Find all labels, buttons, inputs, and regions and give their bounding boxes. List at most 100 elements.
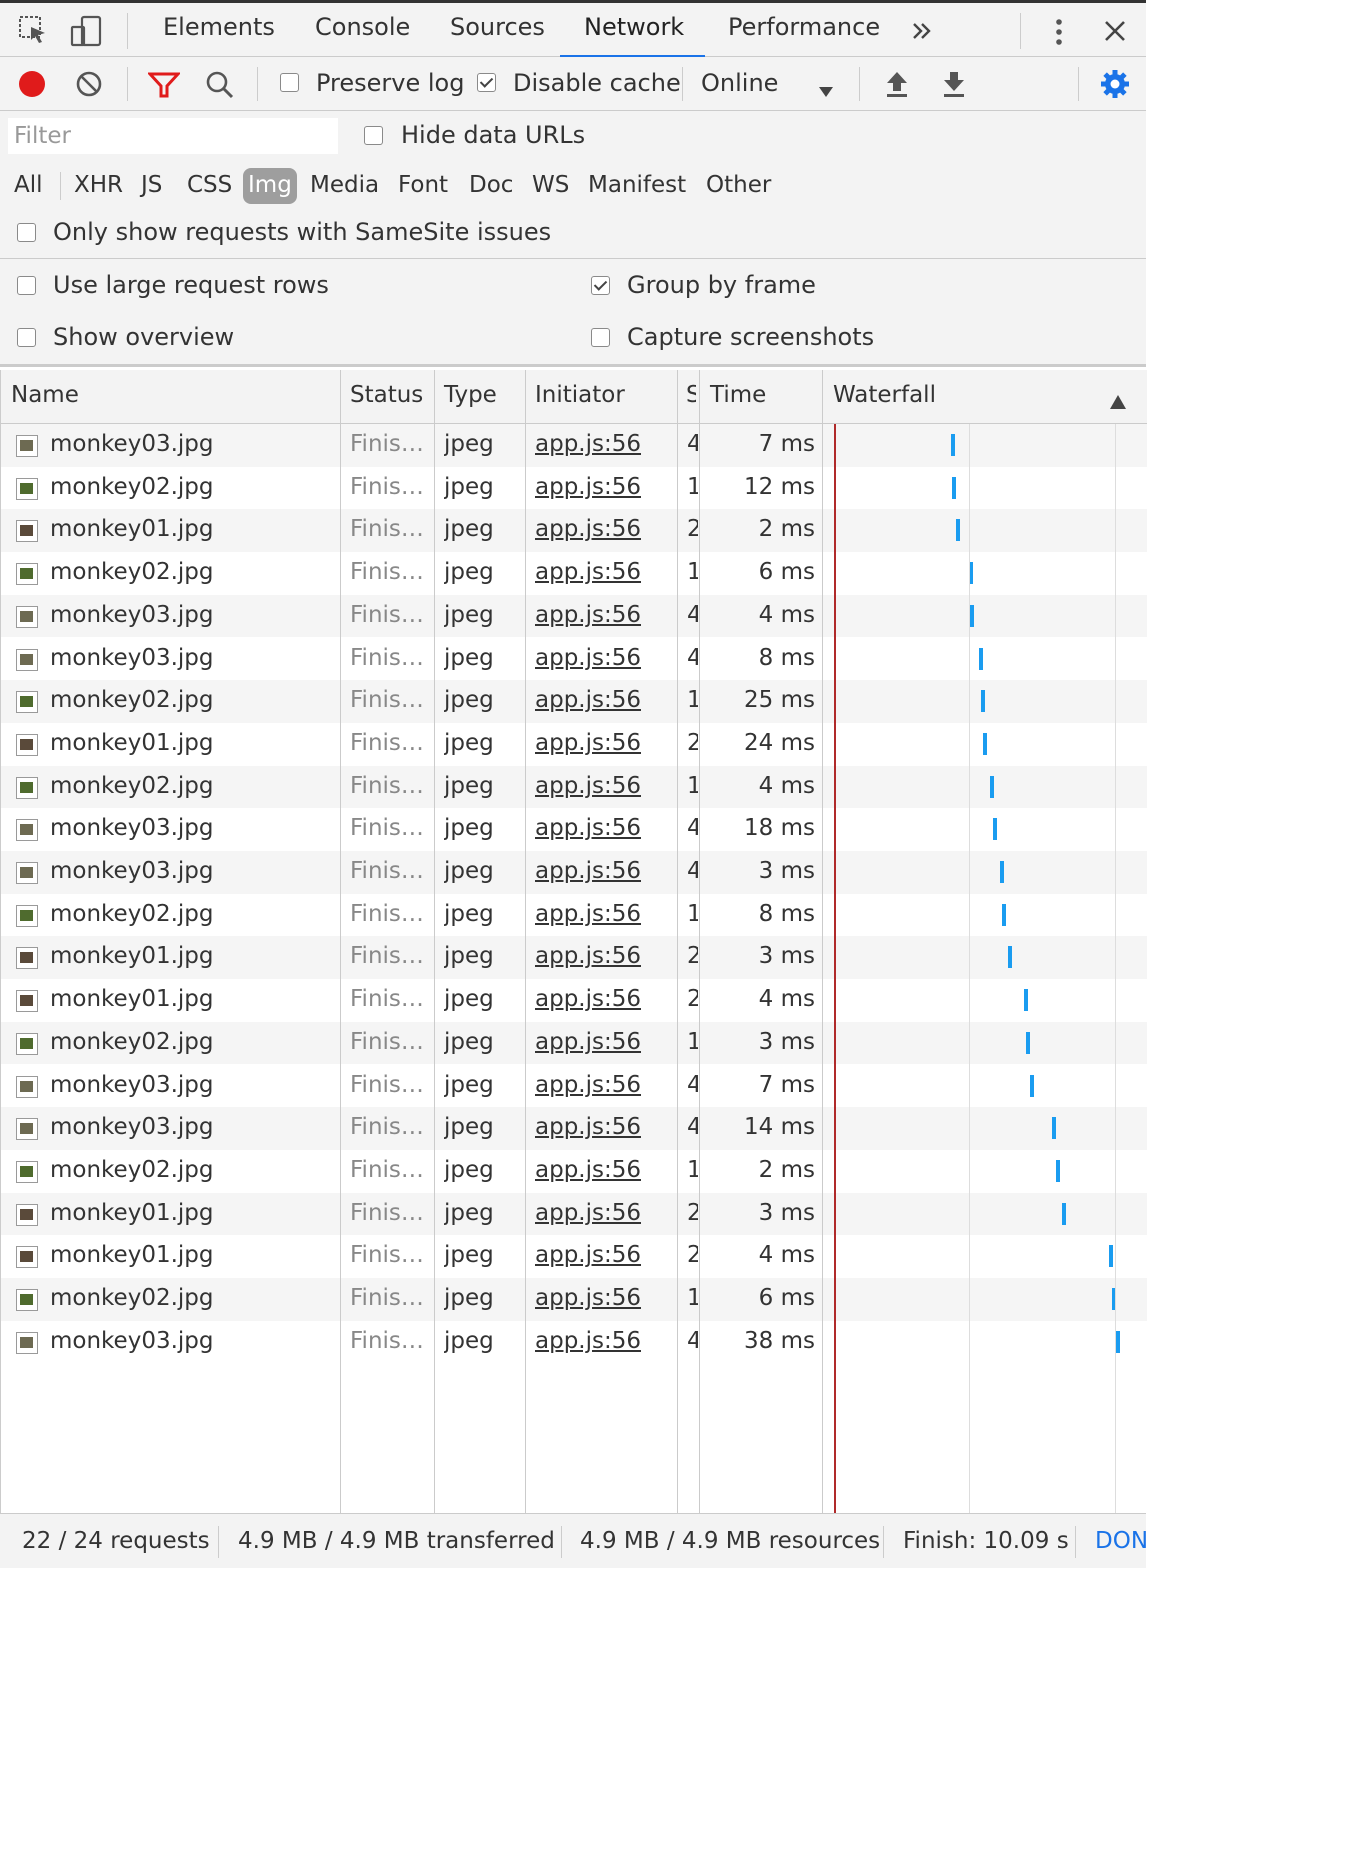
type-filter-js[interactable]: JS xyxy=(136,168,167,204)
request-initiator[interactable]: app.js:56 xyxy=(535,730,641,756)
tab-network[interactable]: Network xyxy=(584,13,684,41)
table-row[interactable]: monkey03.jpg Finis… jpeg app.js:56 4 7 ms xyxy=(1,1065,1147,1108)
table-row[interactable]: monkey02.jpg Finis… jpeg app.js:56 1 8 ms xyxy=(1,894,1147,937)
kebab-menu-icon[interactable] xyxy=(1052,17,1066,53)
request-initiator[interactable]: app.js:56 xyxy=(535,474,641,500)
request-initiator[interactable]: app.js:56 xyxy=(535,1328,641,1354)
search-icon[interactable] xyxy=(205,70,235,106)
tab-performance[interactable]: Performance xyxy=(728,13,880,41)
request-initiator[interactable]: app.js:56 xyxy=(535,1242,641,1268)
request-time: 3 ms xyxy=(758,858,815,884)
type-filter-css[interactable]: CSS xyxy=(182,168,237,204)
close-icon[interactable] xyxy=(1103,19,1127,49)
request-initiator[interactable]: app.js:56 xyxy=(535,986,641,1012)
waterfall-bar xyxy=(956,519,961,542)
table-row[interactable]: monkey02.jpg Finis… jpeg app.js:56 1 3 ms xyxy=(1,1021,1147,1065)
request-initiator[interactable]: app.js:56 xyxy=(535,431,641,457)
request-size: 1 xyxy=(687,1028,698,1055)
request-initiator[interactable]: app.js:56 xyxy=(535,901,641,927)
type-filter-xhr[interactable]: XHR xyxy=(69,168,128,204)
record-icon[interactable] xyxy=(17,69,47,105)
column-header-initiator[interactable]: Initiator xyxy=(535,382,625,408)
clear-icon[interactable] xyxy=(75,70,103,104)
tab-sources[interactable]: Sources xyxy=(450,13,545,41)
request-initiator[interactable]: app.js:56 xyxy=(535,815,641,841)
table-row[interactable]: monkey03.jpg Finis… jpeg app.js:56 4 7 ms xyxy=(1,424,1147,467)
table-row[interactable]: monkey02.jpg Finis… jpeg app.js:56 1 4 ms xyxy=(1,765,1147,809)
table-row[interactable]: monkey02.jpg Finis… jpeg app.js:56 1 6 ms xyxy=(1,552,1147,595)
table-row[interactable]: monkey03.jpg Finis… jpeg app.js:56 4 14 ms xyxy=(1,1107,1147,1150)
table-row[interactable]: monkey01.jpg Finis… jpeg app.js:56 2 3 ms xyxy=(1,936,1147,980)
type-filter-other[interactable]: Other xyxy=(701,168,776,204)
column-header-status[interactable]: Status xyxy=(350,382,423,408)
table-row[interactable]: monkey01.jpg Finis… jpeg app.js:56 2 4 ms xyxy=(1,979,1147,1022)
request-initiator[interactable]: app.js:56 xyxy=(535,1157,641,1183)
column-header-waterfall[interactable]: Waterfall xyxy=(833,382,936,408)
table-row[interactable]: monkey02.jpg Finis… jpeg app.js:56 1 25 ms xyxy=(1,680,1147,723)
group-by-frame-checkbox[interactable] xyxy=(591,276,610,295)
request-initiator[interactable]: app.js:56 xyxy=(535,559,641,585)
request-initiator[interactable]: app.js:56 xyxy=(535,687,641,713)
request-initiator[interactable]: app.js:56 xyxy=(535,645,641,671)
table-row[interactable]: monkey03.jpg Finis… jpeg app.js:56 4 38 ms xyxy=(1,1321,1147,1364)
type-filter-manifest[interactable]: Manifest xyxy=(583,168,691,204)
table-row[interactable]: monkey03.jpg Finis… jpeg app.js:56 4 3 ms xyxy=(1,851,1147,894)
request-initiator[interactable]: app.js:56 xyxy=(535,943,641,969)
throttling-select[interactable]: Online xyxy=(701,69,778,97)
request-size: 1 xyxy=(687,772,698,799)
table-row[interactable]: monkey02.jpg Finis… jpeg app.js:56 1 2 ms xyxy=(1,1150,1147,1193)
table-row[interactable]: monkey03.jpg Finis… jpeg app.js:56 4 18 ms xyxy=(1,808,1147,851)
request-initiator[interactable]: app.js:56 xyxy=(535,1072,641,1098)
column-header-size[interactable]: S xyxy=(686,382,696,408)
sort-ascending-icon[interactable] xyxy=(1109,388,1127,416)
request-size: 4 xyxy=(687,644,698,671)
table-header: Name Status Type Initiator S Time Waterf… xyxy=(1,370,1147,424)
disable-cache-checkbox[interactable] xyxy=(477,73,496,92)
preserve-log-checkbox[interactable] xyxy=(280,73,299,92)
table-row[interactable]: monkey01.jpg Finis… jpeg app.js:56 2 2 ms xyxy=(1,509,1147,553)
request-initiator[interactable]: app.js:56 xyxy=(535,1029,641,1055)
table-row[interactable]: monkey02.jpg Finis… jpeg app.js:56 1 12 ms xyxy=(1,467,1147,510)
request-initiator[interactable]: app.js:56 xyxy=(535,858,641,884)
import-har-icon[interactable] xyxy=(884,69,910,105)
device-toolbar-icon[interactable] xyxy=(70,15,104,53)
table-row[interactable]: monkey01.jpg Finis… jpeg app.js:56 2 24 ms xyxy=(1,723,1147,766)
request-initiator[interactable]: app.js:56 xyxy=(535,1114,641,1140)
request-initiator[interactable]: app.js:56 xyxy=(535,516,641,542)
table-row[interactable]: monkey01.jpg Finis… jpeg app.js:56 2 4 ms xyxy=(1,1235,1147,1278)
tab-elements[interactable]: Elements xyxy=(163,13,275,41)
capture-screenshots-checkbox[interactable] xyxy=(591,328,610,347)
column-header-type[interactable]: Type xyxy=(444,382,497,408)
filter-input[interactable] xyxy=(8,118,338,154)
type-filter-font[interactable]: Font xyxy=(393,168,453,204)
type-filter-ws[interactable]: WS xyxy=(527,168,574,204)
chevron-double-right-icon[interactable] xyxy=(910,19,934,49)
samesite-checkbox[interactable] xyxy=(17,223,36,242)
gear-icon[interactable] xyxy=(1100,69,1130,105)
type-filter-all[interactable]: All xyxy=(9,168,48,204)
type-filter-media[interactable]: Media xyxy=(305,168,384,204)
chevron-down-icon[interactable] xyxy=(818,77,834,105)
show-overview-checkbox[interactable] xyxy=(17,328,36,347)
large-rows-checkbox[interactable] xyxy=(17,276,36,295)
table-row[interactable]: monkey03.jpg Finis… jpeg app.js:56 4 4 ms xyxy=(1,594,1147,638)
request-initiator[interactable]: app.js:56 xyxy=(535,602,641,628)
export-har-icon[interactable] xyxy=(941,69,967,105)
column-header-name[interactable]: Name xyxy=(11,382,79,408)
filter-icon[interactable] xyxy=(146,71,182,105)
table-row[interactable]: monkey02.jpg Finis… jpeg app.js:56 1 6 ms xyxy=(1,1278,1147,1321)
request-name: monkey02.jpg xyxy=(50,1028,214,1055)
request-initiator[interactable]: app.js:56 xyxy=(535,1200,641,1226)
column-header-time[interactable]: Time xyxy=(710,382,766,408)
hide-data-urls-checkbox[interactable] xyxy=(364,126,383,145)
table-row[interactable]: monkey03.jpg Finis… jpeg app.js:56 4 8 ms xyxy=(1,638,1147,681)
request-initiator[interactable]: app.js:56 xyxy=(535,1285,641,1311)
type-filter-doc[interactable]: Doc xyxy=(464,168,518,204)
request-initiator[interactable]: app.js:56 xyxy=(535,773,641,799)
tab-console[interactable]: Console xyxy=(315,13,410,41)
inspect-element-icon[interactable] xyxy=(18,15,48,51)
type-filter-img[interactable]: Img xyxy=(243,168,297,204)
request-name: monkey02.jpg xyxy=(50,772,214,799)
table-row[interactable]: monkey01.jpg Finis… jpeg app.js:56 2 3 ms xyxy=(1,1192,1147,1236)
request-time: 8 ms xyxy=(758,644,815,671)
